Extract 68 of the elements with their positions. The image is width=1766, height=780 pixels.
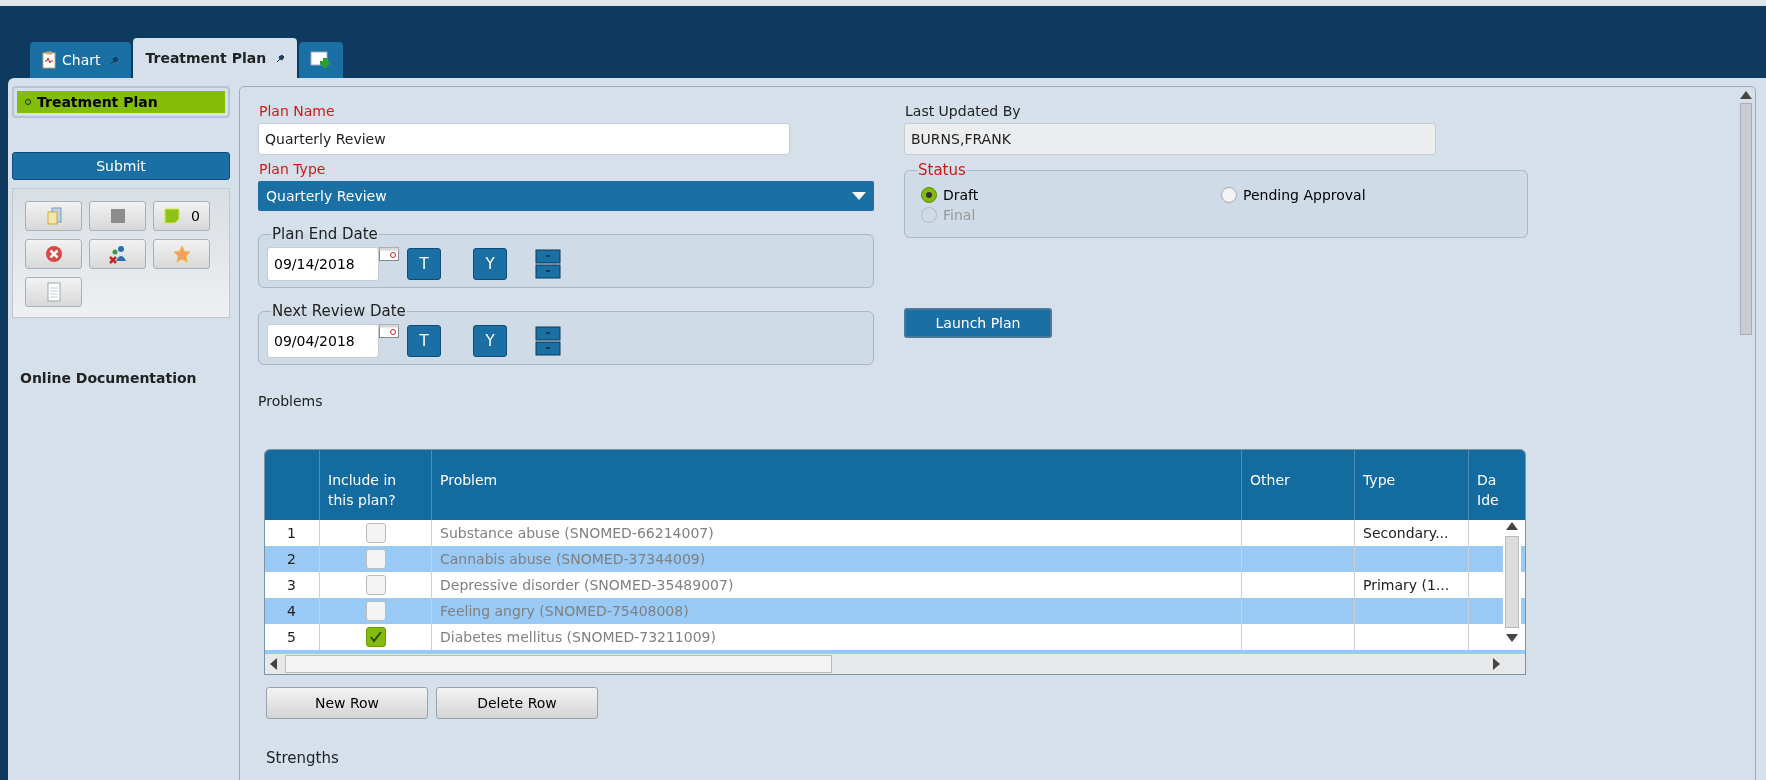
- online-documentation-link[interactable]: Online Documentation: [20, 370, 230, 386]
- last-updated-by-label: Last Updated By: [905, 103, 1022, 119]
- page-icon: [45, 282, 62, 302]
- scroll-up-icon[interactable]: [1740, 91, 1752, 99]
- launch-plan-button[interactable]: Launch Plan: [904, 308, 1052, 338]
- row-number: 3: [286, 576, 297, 595]
- status-radio-option[interactable]: Pending Approval: [1221, 185, 1521, 205]
- include-checkbox[interactable]: [365, 575, 386, 595]
- clipboard-icon: [42, 51, 56, 69]
- plan-type-label: Plan Type: [259, 161, 327, 177]
- scrollbar-thumb[interactable]: [1740, 103, 1752, 335]
- scroll-left-icon[interactable]: [269, 658, 279, 670]
- row-number: 4: [286, 602, 297, 621]
- tab[interactable]: Treatment Plan: [133, 38, 298, 78]
- last-updated-by-field[interactable]: BURNS,FRANK: [904, 123, 1436, 155]
- pin-icon[interactable]: [276, 53, 286, 63]
- star-icon: [171, 244, 192, 264]
- calendar-icon[interactable]: [379, 247, 399, 261]
- note-icon: [163, 207, 182, 225]
- table-cell: Secondary...: [1363, 525, 1449, 541]
- status-label: Status: [917, 161, 967, 179]
- toolbar-button[interactable]: [89, 201, 146, 231]
- table-action-button[interactable]: Delete Row: [436, 687, 598, 719]
- toolbar-button[interactable]: [25, 201, 82, 231]
- date-group-label: Plan End Date: [271, 225, 379, 243]
- toolbar-button[interactable]: [25, 277, 82, 307]
- plan-name-label: Plan Name: [259, 103, 336, 119]
- row-number: 2: [286, 550, 297, 569]
- include-checkbox[interactable]: [365, 523, 386, 543]
- row-number: 5: [286, 628, 297, 647]
- add-page-icon: [310, 50, 333, 70]
- problems-heading: Problems: [258, 393, 324, 409]
- include-checkbox[interactable]: [365, 627, 386, 647]
- scrollbar-thumb[interactable]: [285, 655, 832, 673]
- table-action-button[interactable]: New Row: [266, 687, 428, 719]
- plan-name-field[interactable]: Quarterly Review: [258, 123, 790, 155]
- submit-button[interactable]: Submit: [12, 152, 230, 180]
- yesterday-button[interactable]: Y: [473, 248, 507, 280]
- include-checkbox[interactable]: [365, 549, 386, 569]
- today-button[interactable]: T: [407, 325, 441, 357]
- date-field[interactable]: 09/14/2018: [267, 247, 379, 281]
- include-checkbox[interactable]: [365, 601, 386, 621]
- add-tab-button[interactable]: [299, 42, 344, 78]
- status-radio-option[interactable]: Draft: [921, 185, 1221, 205]
- spinner-icon[interactable]: [535, 249, 561, 279]
- date-field[interactable]: 09/04/2018: [267, 324, 379, 358]
- toolbar-button[interactable]: [89, 239, 146, 269]
- spinner-icon[interactable]: [535, 326, 561, 356]
- today-button[interactable]: T: [407, 248, 441, 280]
- strengths-heading: Strengths: [266, 749, 340, 767]
- cancel-icon: [43, 244, 64, 264]
- table-cell: Primary (1...: [1363, 577, 1450, 593]
- toolbar-button[interactable]: [153, 239, 210, 269]
- dropdown-caret-icon: [852, 192, 866, 200]
- scroll-down-icon[interactable]: [1506, 634, 1518, 642]
- people-icon: [106, 244, 129, 264]
- row-number: 1: [286, 524, 297, 543]
- scroll-up-icon[interactable]: [1506, 522, 1518, 530]
- scroll-right-icon[interactable]: [1491, 658, 1501, 670]
- toolbar-button[interactable]: [25, 239, 82, 269]
- scrollbar-thumb[interactable]: [1505, 536, 1519, 628]
- calendar-icon[interactable]: [379, 324, 399, 338]
- nav-item[interactable]: Treatment Plan: [17, 91, 225, 113]
- date-group-label: Next Review Date: [271, 302, 407, 320]
- tab[interactable]: Chart: [30, 42, 132, 78]
- toolbar-button[interactable]: 0: [153, 201, 210, 231]
- plan-type-dropdown[interactable]: Quarterly Review: [258, 181, 874, 211]
- yesterday-button[interactable]: Y: [473, 325, 507, 357]
